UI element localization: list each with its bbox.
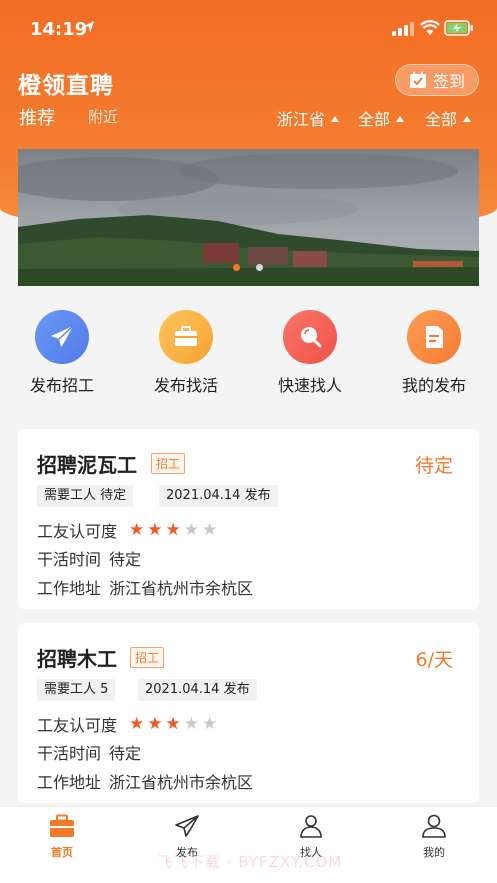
job-type-tag: 招工: [151, 453, 186, 474]
tab-nearby[interactable]: 附近: [88, 106, 118, 127]
carousel-dot-active[interactable]: [233, 264, 240, 271]
dropdown-triangle-icon: [331, 116, 340, 122]
checkin-button[interactable]: 签到: [395, 64, 479, 96]
cellular-signal-icon: [392, 22, 414, 36]
district-filter-label: 全部: [425, 110, 458, 129]
star-filled-icon: ★: [165, 713, 181, 734]
work-address-row: 工作地址 浙江省杭州市余杭区: [37, 769, 253, 793]
job-title: 招聘泥瓦工: [37, 453, 137, 477]
star-filled-icon: ★: [129, 713, 145, 734]
status-time: 14:19: [30, 19, 88, 40]
star-filled-icon: ★: [165, 519, 181, 540]
city-filter-label: 全部: [358, 110, 391, 129]
work-time-row: 干活时间 待定: [37, 740, 141, 764]
battery-charging-icon: [444, 20, 473, 36]
briefcase-icon: [50, 814, 74, 837]
work-time-label: 干活时间: [37, 744, 102, 763]
user-icon: [422, 814, 446, 838]
star-rating: ★ ★ ★ ★ ★: [129, 713, 218, 734]
work-address-label: 工作地址: [37, 773, 102, 792]
star-empty-icon: ★: [202, 713, 218, 734]
province-filter[interactable]: 浙江省: [277, 106, 340, 130]
star-empty-icon: ★: [202, 519, 218, 540]
location-arrow-icon: [84, 21, 94, 33]
job-card[interactable]: 招聘泥瓦工 招工 待定 需要工人 待定 2021.04.14 发布 工友认可度 …: [18, 429, 479, 609]
rating-label: 工友认可度: [37, 522, 118, 541]
work-address-value: 浙江省杭州市余杭区: [109, 579, 254, 598]
wifi-icon: [420, 20, 440, 35]
job-type-tag: 招工: [130, 647, 165, 668]
quick-action-label: 快速找人: [277, 376, 342, 395]
paper-plane-icon: [35, 310, 89, 364]
tab-mine[interactable]: 我的: [399, 814, 469, 860]
banner-image: [18, 149, 479, 286]
star-empty-icon: ★: [183, 519, 200, 540]
quick-action-post-work[interactable]: 发布找活: [131, 310, 241, 396]
work-time-label: 干活时间: [37, 550, 102, 569]
banner-carousel[interactable]: [18, 149, 479, 286]
search-icon: [283, 310, 337, 364]
tab-label: 首页: [51, 846, 73, 859]
checkin-label: 签到: [432, 72, 465, 91]
star-filled-icon: ★: [129, 519, 145, 540]
star-rating: ★ ★ ★ ★ ★: [129, 519, 218, 540]
rating-label: 工友认可度: [37, 716, 118, 735]
quick-action-label: 发布招工: [29, 376, 94, 395]
work-time-value: 待定: [109, 744, 142, 763]
province-filter-label: 浙江省: [277, 110, 326, 129]
publish-date-chip: 2021.04.14 发布: [138, 679, 257, 701]
job-title: 招聘木工: [37, 647, 117, 671]
document-icon: [407, 310, 461, 364]
tab-recommend[interactable]: 推荐: [19, 104, 55, 130]
star-filled-icon: ★: [147, 713, 163, 734]
tab-label: 我的: [423, 846, 445, 859]
briefcase-icon: [159, 310, 213, 364]
work-address-label: 工作地址: [37, 579, 102, 598]
dropdown-triangle-icon: [463, 116, 472, 122]
work-address-row: 工作地址 浙江省杭州市余杭区: [37, 575, 253, 599]
district-filter[interactable]: 全部: [425, 106, 472, 130]
rating-row: 工友认可度 ★ ★ ★ ★ ★: [37, 712, 217, 736]
star-empty-icon: ★: [183, 713, 200, 734]
workers-needed-chip: 需要工人 5: [37, 679, 116, 701]
status-bar: 14:19: [0, 0, 497, 58]
quick-action-label: 发布找活: [153, 376, 218, 395]
tab-home[interactable]: 首页: [27, 814, 97, 860]
star-filled-icon: ★: [147, 519, 163, 540]
quick-action-find-people[interactable]: 快速找人: [255, 310, 365, 396]
quick-action-label: 我的发布: [401, 376, 466, 395]
job-card[interactable]: 招聘木工 招工 6/天 需要工人 5 2021.04.14 发布 工友认可度 ★…: [18, 623, 479, 803]
job-pay: 6/天: [415, 649, 454, 671]
dropdown-triangle-icon: [396, 116, 405, 122]
calendar-check-icon: [409, 71, 426, 88]
workers-needed-chip: 需要工人 待定: [37, 485, 134, 507]
work-address-value: 浙江省杭州市余杭区: [109, 773, 254, 792]
rating-row: 工友认可度 ★ ★ ★ ★ ★: [37, 518, 217, 542]
publish-date-chip: 2021.04.14 发布: [159, 485, 278, 507]
work-time-value: 待定: [109, 550, 142, 569]
watermark: 飞飞下载 · BYFZXY.COM: [157, 853, 343, 871]
paper-plane-icon: [175, 815, 199, 837]
job-pay: 待定: [414, 455, 453, 477]
carousel-dot[interactable]: [256, 264, 263, 271]
app-title: 橙领直聘: [18, 73, 114, 99]
quick-action-my-posts[interactable]: 我的发布: [379, 310, 489, 396]
quick-action-post-job[interactable]: 发布招工: [7, 310, 117, 396]
work-time-row: 干活时间 待定: [37, 546, 141, 570]
person-search-icon: [300, 815, 322, 838]
city-filter[interactable]: 全部: [358, 106, 405, 130]
